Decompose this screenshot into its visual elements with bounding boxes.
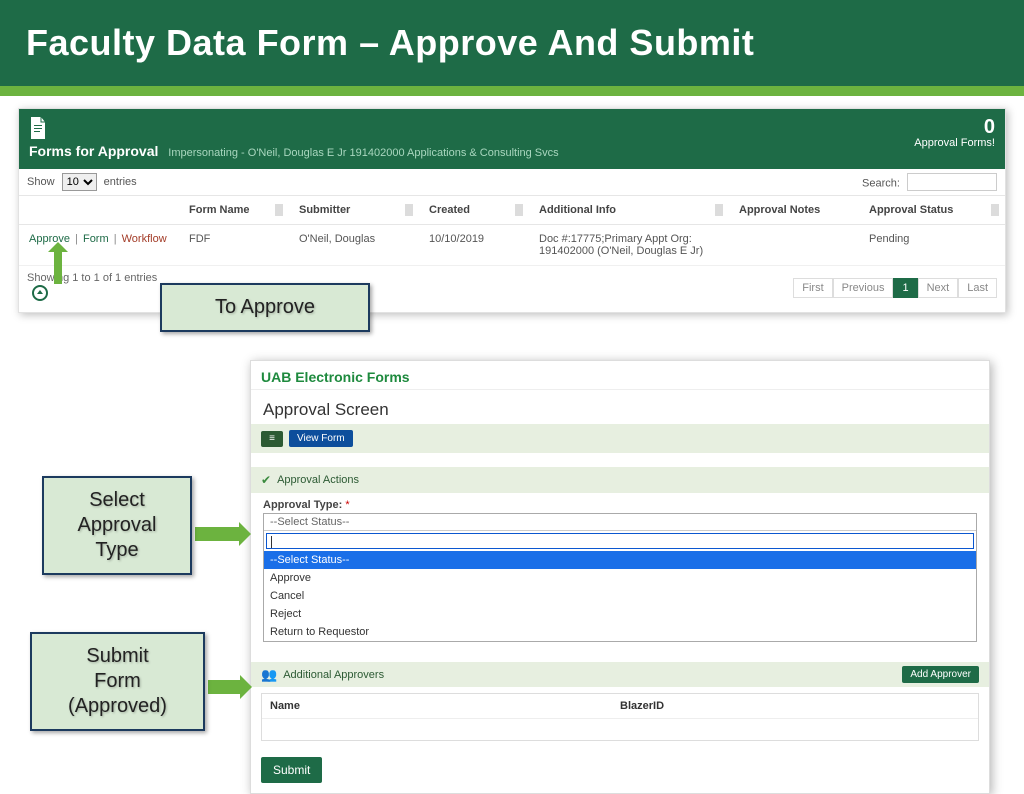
section-heading: Approval Screen: [251, 390, 989, 424]
callout-select-type: Select Approval Type: [42, 476, 192, 575]
callout-to-approve-text: To Approve: [176, 295, 354, 320]
table-controls: Show 10 entries Search:: [19, 169, 1005, 196]
panel-title-text: Forms for Approval: [29, 143, 158, 159]
approval-count-number: 0: [914, 117, 995, 137]
pager: First Previous 1 Next Last: [793, 278, 997, 298]
document-icon: [29, 117, 47, 139]
brand-title: UAB Electronic Forms: [251, 361, 989, 389]
slide-header: Faculty Data Form – Approve And Submit: [0, 0, 1024, 86]
form-link[interactable]: Form: [83, 233, 109, 245]
approval-type-label: Approval Type:: [263, 499, 342, 511]
pager-previous[interactable]: Previous: [833, 278, 894, 298]
arrow-select-type-icon: [195, 527, 241, 541]
pager-last[interactable]: Last: [958, 278, 997, 298]
entries-select[interactable]: 10: [62, 173, 97, 191]
forms-table: Form Name Submitter Created Additional I…: [19, 196, 1005, 266]
show-label-pre: Show: [27, 176, 55, 188]
search-control: Search:: [862, 173, 997, 191]
col-approval-notes[interactable]: Approval Notes: [729, 196, 859, 225]
approval-count: 0 Approval Forms!: [914, 117, 995, 149]
col-submitter[interactable]: Submitter: [289, 196, 419, 225]
workflow-link[interactable]: Workflow: [122, 233, 167, 245]
additional-approvers-label: Additional Approvers: [283, 669, 384, 681]
view-form-bar: ≡ View Form: [251, 424, 989, 453]
table-row: Approve | Form | Workflow FDF O'Neil, Do…: [19, 225, 1005, 266]
approval-screen-panel: UAB Electronic Forms Approval Screen ≡ V…: [250, 360, 990, 794]
list-icon: ≡: [261, 431, 283, 447]
option-approve[interactable]: Approve: [264, 569, 976, 587]
select-search-input[interactable]: [266, 533, 974, 549]
cell-created: 10/10/2019: [419, 225, 529, 266]
col-additional-info[interactable]: Additional Info: [529, 196, 729, 225]
arrow-submit-icon: [208, 680, 242, 694]
show-label-post: entries: [104, 176, 137, 188]
grid-col-blazerid: BlazerID: [620, 700, 970, 712]
col-form-name[interactable]: Form Name: [179, 196, 289, 225]
col-created[interactable]: Created: [419, 196, 529, 225]
cell-approval-status: Pending: [859, 225, 1005, 266]
required-asterisk: *: [345, 499, 349, 511]
approver-grid: Name BlazerID: [261, 693, 979, 741]
pager-first[interactable]: First: [793, 278, 832, 298]
approval-count-label: Approval Forms!: [914, 137, 995, 149]
view-form-button[interactable]: View Form: [289, 430, 353, 447]
option-select-status[interactable]: --Select Status--: [264, 551, 976, 569]
approval-actions-bar: ✔ Approval Actions: [251, 467, 989, 493]
submit-button[interactable]: Submit: [261, 757, 322, 783]
pager-next[interactable]: Next: [918, 278, 959, 298]
search-label: Search:: [862, 178, 900, 190]
cell-additional-info: Doc #:17775;Primary Appt Org: 191402000 …: [529, 225, 729, 266]
slide-title: Faculty Data Form – Approve And Submit: [26, 22, 998, 64]
col-actions[interactable]: [19, 196, 179, 225]
option-reject[interactable]: Reject: [264, 605, 976, 623]
showing-text: Showing 1 to 1 of 1 entries: [27, 272, 157, 284]
search-input[interactable]: [907, 173, 997, 191]
option-return[interactable]: Return to Requestor: [264, 623, 976, 641]
header-accent-bar: [0, 86, 1024, 96]
people-icon: 👥: [261, 667, 277, 683]
cell-submitter: O'Neil, Douglas: [289, 225, 419, 266]
refresh-icon[interactable]: [31, 284, 49, 302]
select-current: --Select Status--: [264, 514, 976, 531]
callout-submit: Submit Form (Approved): [30, 632, 205, 731]
approval-actions-label: Approval Actions: [277, 474, 359, 486]
option-cancel[interactable]: Cancel: [264, 587, 976, 605]
approval-type-area: Approval Type: * --Select Status-- --Sel…: [251, 493, 989, 652]
select-options: --Select Status-- Approve Cancel Reject …: [264, 551, 976, 641]
arrow-to-approve-icon: [54, 250, 62, 284]
pager-page-1[interactable]: 1: [893, 278, 917, 298]
grid-empty-row: [262, 718, 978, 740]
entries-control: Show 10 entries: [27, 173, 137, 191]
cell-form-name: FDF: [179, 225, 289, 266]
impersonating-text: Impersonating - O'Neil, Douglas E Jr 191…: [168, 147, 558, 159]
grid-col-name: Name: [270, 700, 620, 712]
cell-approval-notes: [729, 225, 859, 266]
add-approver-button[interactable]: Add Approver: [902, 666, 979, 683]
additional-approvers-bar: 👥 Additional Approvers Add Approver: [251, 662, 989, 687]
col-approval-status[interactable]: Approval Status: [859, 196, 1005, 225]
check-icon: ✔: [261, 473, 271, 487]
panel-header: Forms for Approval Impersonating - O'Nei…: [19, 109, 1005, 169]
approval-type-select[interactable]: --Select Status-- --Select Status-- Appr…: [263, 513, 977, 642]
row-actions: Approve | Form | Workflow: [19, 225, 179, 266]
callout-to-approve: To Approve: [160, 283, 370, 332]
